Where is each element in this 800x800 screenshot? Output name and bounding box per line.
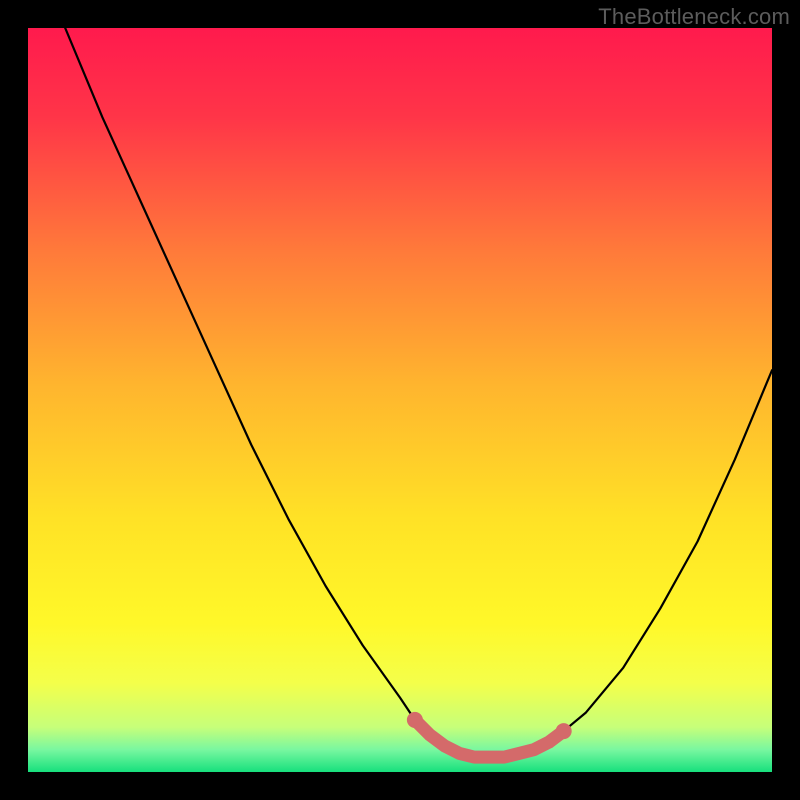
bottleneck-valley-marker <box>415 720 564 757</box>
valley-dot <box>556 723 572 739</box>
chart-frame: TheBottleneck.com <box>0 0 800 800</box>
curve-layer <box>28 28 772 772</box>
valley-dot <box>407 712 423 728</box>
bottleneck-curve <box>28 28 772 757</box>
watermark-text: TheBottleneck.com <box>598 4 790 30</box>
plot-area <box>28 28 772 772</box>
